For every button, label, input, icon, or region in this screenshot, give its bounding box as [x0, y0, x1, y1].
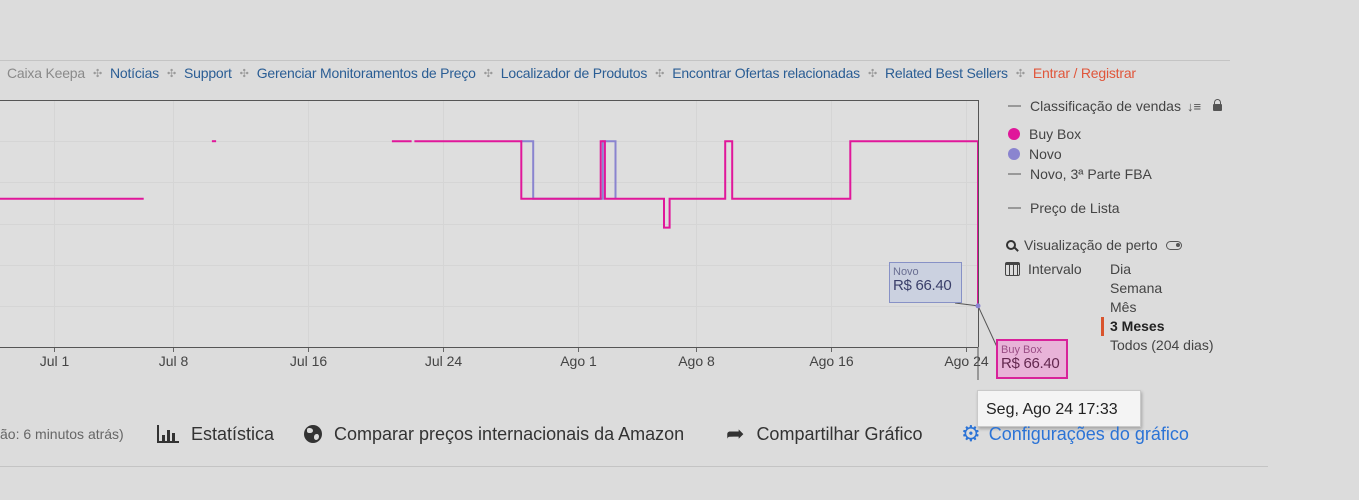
- bar-chart-icon: [157, 425, 179, 443]
- legend-new-fba-label: Novo, 3ª Parte FBA: [1030, 166, 1152, 182]
- nav-link-6[interactable]: Encontrar Ofertas relacionadas: [672, 65, 860, 81]
- buy-box-tooltip: Buy Box R$ 66.40: [996, 339, 1068, 379]
- new-tooltip-price: R$ 66.40: [893, 277, 952, 294]
- nav-link-8[interactable]: Entrar / Registrar: [1033, 65, 1136, 81]
- lock-icon: [1213, 98, 1223, 111]
- nav-separator-icon: ✣: [92, 67, 102, 80]
- new-dot-icon: [1008, 148, 1020, 160]
- nav-link-4[interactable]: Gerenciar Monitoramentos de Preço: [257, 65, 476, 81]
- range-options: Dia Semana Mês 3 Meses Todos (204 dias): [1101, 260, 1214, 355]
- x-tick-label-6: Ago 8: [678, 353, 715, 369]
- range-option-4[interactable]: 3 Meses: [1101, 317, 1214, 336]
- nav-separator-icon: ✣: [1015, 67, 1025, 80]
- price-history-chart[interactable]: Jul 1 Jul 8 Jul 16 Jul 24 Ago 1 Ago 8 Ago 16 Ag…: [0, 95, 1000, 380]
- legend-list-price-label: Preço de Lista: [1030, 200, 1120, 216]
- toggle-icon[interactable]: [1165, 240, 1182, 250]
- legend-sales-rank-label: Classificação de vendas: [1030, 98, 1181, 114]
- nav-separator-icon: ✣: [166, 67, 177, 80]
- settings-label: Configurações do gráfico: [988, 423, 1189, 444]
- nav-separator-icon: ✣: [239, 67, 249, 80]
- top-divider: [0, 60, 1230, 61]
- legend-list-price[interactable]: Preço de Lista: [1008, 200, 1120, 216]
- nav-link-2[interactable]: Notícias: [110, 65, 159, 81]
- x-tick-label-3: Jul 16: [290, 353, 328, 369]
- nav-separator-icon: ✣: [867, 67, 877, 80]
- x-tick-label-2: Jul 8: [159, 353, 189, 369]
- chart-settings-button[interactable]: ⚙ Configurações do gráfico: [961, 419, 1189, 449]
- range-option-2[interactable]: Semana: [1110, 279, 1214, 298]
- hover-point: [975, 303, 981, 309]
- top-navigation: Caixa Keepa ✣ Notícias ✣ Support ✣ Gerenciar M…: [0, 64, 1136, 82]
- dash-icon: [1008, 173, 1021, 175]
- share-label: Compartilhar Gráfico: [756, 423, 923, 444]
- gear-icon: ⚙: [961, 421, 981, 446]
- nav-link-3[interactable]: Support: [184, 65, 232, 81]
- compare-international-button[interactable]: Comparar preços internacionais da Amazon: [304, 419, 684, 449]
- legend-sales-rank[interactable]: Classificação de vendas ↓≡: [1008, 98, 1223, 114]
- update-status: ão: 6 minutos atrás): [0, 426, 124, 442]
- sort-icon[interactable]: ↓≡: [1187, 99, 1201, 114]
- x-tick-label-8: Ago 24: [944, 353, 989, 369]
- range-option-1[interactable]: Dia: [1110, 260, 1214, 279]
- nav-link-5[interactable]: Localizador de Produtos: [501, 65, 648, 81]
- calendar-icon: [1005, 262, 1020, 276]
- nav-link-1[interactable]: Caixa Keepa: [0, 65, 85, 81]
- legend-new-label: Novo: [1029, 146, 1062, 162]
- bottom-divider: [0, 466, 1268, 467]
- x-tick-label-5: Ago 1: [560, 353, 597, 369]
- legend-new-fba[interactable]: Novo, 3ª Parte FBA: [1008, 166, 1152, 182]
- buy-box-tooltip-price: R$ 66.40: [1001, 355, 1060, 372]
- x-tick-label-7: Ago 16: [809, 353, 854, 369]
- nav-separator-icon: ✣: [483, 67, 493, 80]
- compare-label: Comparar preços internacionais da Amazon: [334, 423, 685, 444]
- statistics-button[interactable]: Estatística: [157, 419, 274, 449]
- new-price-tooltip: Novo R$ 66.40: [889, 262, 962, 303]
- range-label: Intervalo: [1028, 261, 1082, 277]
- close-view-toggle[interactable]: Visualização de perto: [1006, 237, 1182, 253]
- range-option-3[interactable]: Mês: [1110, 298, 1214, 317]
- range-label-row: Intervalo: [1005, 261, 1082, 277]
- keepa-price-chart-page: Caixa Keepa ✣ Notícias ✣ Support ✣ Gerenciar M…: [0, 0, 1359, 500]
- nav-link-7[interactable]: Related Best Sellers: [885, 65, 1008, 81]
- dash-icon: [1008, 207, 1021, 209]
- share-chart-button[interactable]: ➦ Compartilhar Gráfico: [726, 419, 923, 449]
- x-tick-label-1: Jul 1: [40, 353, 70, 369]
- x-tick-label-4: Jul 24: [425, 353, 463, 369]
- legend-buy-box-label: Buy Box: [1029, 126, 1082, 142]
- legend-new[interactable]: Novo: [1008, 146, 1062, 162]
- nav-separator-icon: ✣: [655, 67, 665, 80]
- share-arrow-icon: ➦: [726, 421, 745, 446]
- legend-buy-box[interactable]: Buy Box: [1008, 126, 1081, 142]
- magnifier-icon: [1006, 240, 1016, 250]
- globe-icon: [304, 425, 322, 443]
- dash-icon: [1008, 105, 1021, 107]
- close-view-label: Visualização de perto: [1024, 237, 1158, 253]
- buy-box-tooltip-connector: [977, 305, 998, 348]
- statistics-label: Estatística: [191, 423, 275, 444]
- range-option-5[interactable]: Todos (204 dias): [1110, 336, 1214, 355]
- buy-box-dot-icon: [1008, 128, 1020, 140]
